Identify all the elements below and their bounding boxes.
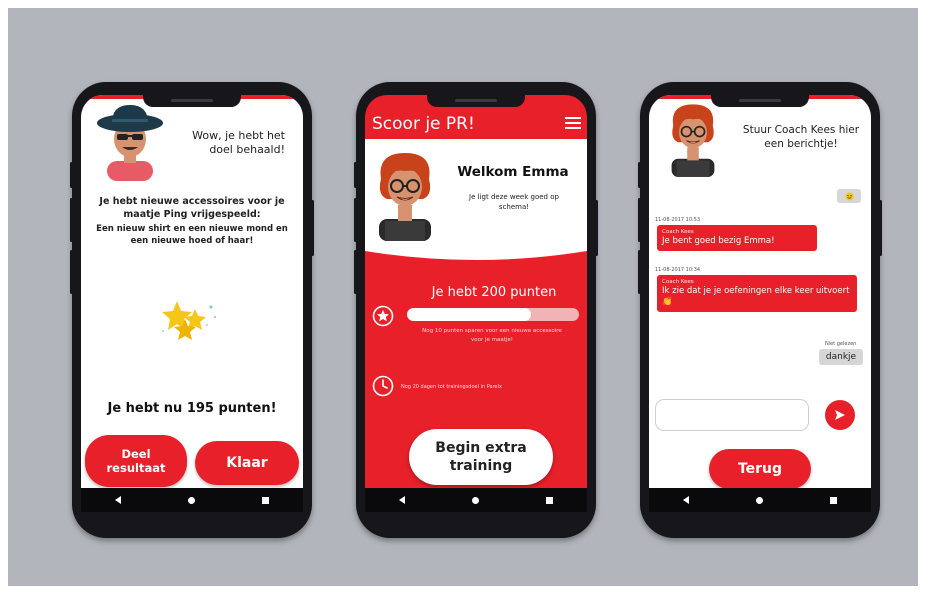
message-input[interactable] <box>655 399 809 431</box>
back-nav-icon[interactable] <box>114 496 121 504</box>
phone-1: Wow, je hebt het doel behaald! Je hebt n… <box>70 82 314 538</box>
message-sender: Coach Kees <box>662 229 694 235</box>
phone-3: Stuur Coach Kees hier een berichtje! 11-… <box>638 82 882 538</box>
menu-icon[interactable] <box>565 116 581 130</box>
message-timestamp: 11-08-2017 10:53 <box>655 217 701 223</box>
recents-nav-icon[interactable] <box>262 496 270 504</box>
android-nav-bar <box>81 488 303 512</box>
progress-fill <box>407 308 531 321</box>
recents-nav-icon[interactable] <box>830 496 838 504</box>
chat-header-text: Stuur Coach Kees hier een berichtje! <box>742 124 860 150</box>
stars-icon <box>162 301 216 340</box>
points-text: Je hebt 200 punten <box>431 285 557 300</box>
deadline-note: Nog 20 dagen tot trainingsdoel in Parelx <box>401 384 502 390</box>
send-arrow-icon <box>835 410 845 420</box>
home-nav-icon[interactable] <box>755 496 763 504</box>
star-circle-icon <box>372 305 394 327</box>
achievement-screen: Wow, je hebt het doel behaald! Je hebt n… <box>81 95 303 498</box>
background: Wow, je hebt het doel behaald! Je hebt n… <box>8 8 918 586</box>
home-nav-icon[interactable] <box>471 496 479 504</box>
message-text: Ik zie dat je je oefeningen elke keer ui… <box>662 286 850 307</box>
app-title: Scoor je PR! <box>372 114 475 134</box>
schedule-subtitle: Je ligt deze week goed op schema! <box>469 193 559 211</box>
goal-reached-text: Wow, je hebt het doel behaald! <box>192 129 285 156</box>
android-nav-bar <box>649 488 871 512</box>
coach-message: Coach Kees Je bent goed bezig Emma! <box>657 225 817 251</box>
avatar-emma-small <box>671 104 715 177</box>
sent-emoji-bubble <box>837 189 861 203</box>
message-timestamp: 11-08-2017 10:34 <box>655 267 701 273</box>
progress-note: Nog 10 punten sparen voor een nieuwe acc… <box>422 328 562 343</box>
chat-screen: Stuur Coach Kees hier een berichtje! 11-… <box>649 95 871 498</box>
back-nav-icon[interactable] <box>398 496 405 504</box>
smiley-icon <box>845 192 853 200</box>
avatar-hat-sunglasses <box>97 105 163 181</box>
send-button[interactable] <box>825 400 855 430</box>
points-total-text: Je hebt nu 195 punten! <box>107 401 277 416</box>
points-progress-bar <box>407 308 579 321</box>
unlock-text: Je hebt nieuwe accessoires voor je maatj… <box>99 196 285 220</box>
message-text: Je bent goed bezig Emma! <box>662 236 775 246</box>
android-nav-bar <box>365 488 587 512</box>
recents-nav-icon[interactable] <box>546 496 554 504</box>
sent-message-bubble: dankje <box>819 349 863 365</box>
avatar-emma <box>379 153 431 241</box>
clock-icon <box>372 375 394 397</box>
welcome-title: Welkom Emma <box>457 164 569 180</box>
read-status: Niet gelezen <box>825 341 857 347</box>
home-nav-icon[interactable] <box>187 496 195 504</box>
message-sender: Coach Kees <box>662 279 694 285</box>
share-result-button[interactable]: Deel resultaat <box>85 435 187 487</box>
back-nav-icon[interactable] <box>682 496 689 504</box>
back-button[interactable]: Terug <box>709 449 811 489</box>
coach-message: Coach Kees Ik zie dat je je oefeningen e… <box>657 275 857 312</box>
done-button[interactable]: Klaar <box>195 441 299 485</box>
phone-2: Scoor je PR! Welkom Emma Je ligt deze we… <box>354 82 598 538</box>
items-text: Een nieuw shirt en een nieuwe mond en ee… <box>96 224 288 246</box>
begin-extra-training-button[interactable]: Begin extra training <box>409 429 553 485</box>
dashboard-screen: Scoor je PR! Welkom Emma Je ligt deze we… <box>365 95 587 498</box>
